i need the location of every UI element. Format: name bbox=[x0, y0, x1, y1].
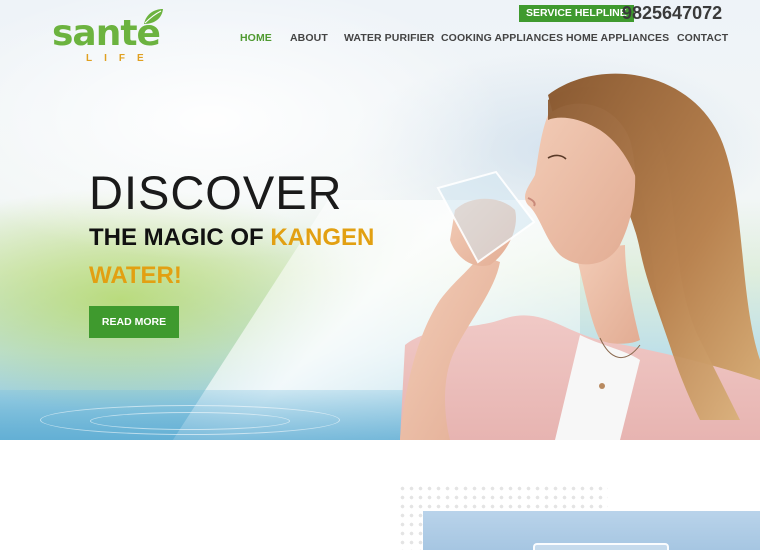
service-helpline-badge: SERVICE HELPLINE bbox=[519, 5, 634, 22]
nav-item-about[interactable]: ABOUT bbox=[290, 32, 328, 44]
helpline-phone-number[interactable]: 9825647072 bbox=[622, 1, 722, 25]
water-glass-photo bbox=[423, 511, 760, 550]
glass-shape bbox=[436, 170, 536, 264]
leaf-icon bbox=[144, 9, 163, 24]
woman-drinking-image bbox=[400, 73, 760, 440]
nav-item-contact[interactable]: CONTACT bbox=[677, 32, 728, 44]
brand-logo[interactable]: santé LIFE bbox=[52, 8, 176, 64]
hero-heading: DISCOVER bbox=[89, 166, 343, 219]
logo-subtitle: LIFE bbox=[86, 53, 156, 64]
read-more-button[interactable]: READ MORE bbox=[89, 306, 179, 338]
hero-banner bbox=[0, 0, 760, 440]
hero-subheading-prefix: THE MAGIC OF bbox=[89, 224, 264, 251]
nav-item-home-appliances[interactable]: HOME APPLIANCES bbox=[566, 32, 669, 44]
nav-item-cooking-appliances[interactable]: COOKING APPLIANCES bbox=[441, 32, 563, 44]
necklace-pendant bbox=[599, 383, 605, 389]
hero-subheading-line3: WATER! bbox=[89, 262, 182, 289]
nav-item-home[interactable]: HOME bbox=[240, 32, 272, 44]
hero-subheading-accent: KANGEN bbox=[270, 224, 375, 251]
hero-subheading: THE MAGIC OF KANGEN bbox=[89, 224, 374, 252]
nav-item-water-purifier[interactable]: WATER PURIFIER bbox=[344, 32, 434, 44]
glass-rim-shape bbox=[533, 543, 669, 550]
